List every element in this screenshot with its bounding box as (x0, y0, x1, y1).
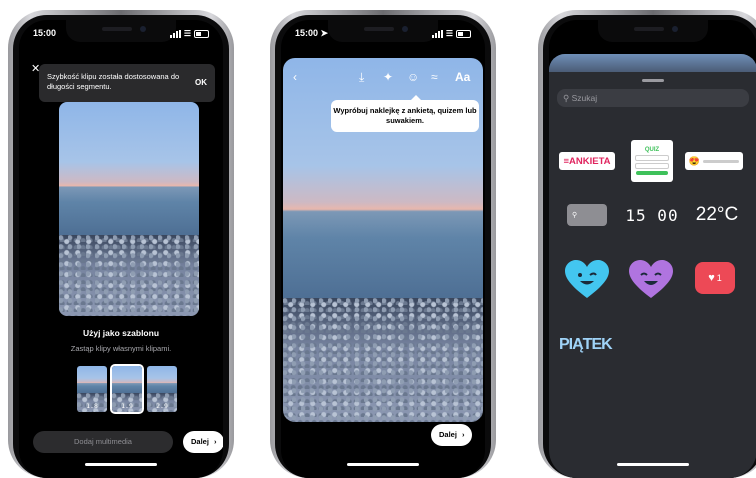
heart-eyes-emoji-icon: 😍 (688, 155, 701, 166)
wifi-icon: ☰ (445, 29, 453, 38)
screen: 15:00 ☰ ✕ Szybkość klipu została dostoso… (19, 20, 223, 478)
next-button[interactable]: Dalej › (183, 431, 223, 453)
next-label: Dalej (439, 430, 457, 439)
purple-heart-icon (629, 260, 673, 298)
home-indicator (617, 463, 689, 466)
back-icon[interactable]: ‹ (293, 70, 297, 84)
poll-sticker-label: ≡ANKIETA (563, 155, 611, 167)
signal-icon (431, 29, 443, 38)
chevron-right-icon: › (213, 437, 217, 446)
like-counter-sticker[interactable]: ♥ 1 (695, 262, 735, 294)
time-sticker-label: 15 00 (625, 205, 679, 225)
draw-icon[interactable]: ≈ (431, 70, 438, 84)
battery-icon (194, 29, 209, 38)
blue-heart-sticker[interactable] (565, 260, 609, 300)
phone-template-editor: 15:00 ☰ ✕ Szybkość klipu została dostoso… (8, 10, 234, 478)
home-indicator (85, 463, 157, 466)
time-sticker[interactable]: 15 00 (623, 204, 681, 226)
quiz-sticker-label: QUIZ (644, 147, 660, 153)
preview-beach (59, 234, 199, 316)
search-placeholder: Szukaj (571, 93, 598, 103)
clip-thumbnail[interactable]: 1.8 (77, 366, 107, 412)
clip-strip: 1.8 1.9 2.9 (77, 364, 177, 414)
phone-story-editor: 15:00 ➤ ☰ ‹ ⤓ ✦ ☺ ≈ Aa Wypróbuj naklejkę… (270, 10, 496, 478)
emoji-slider-sticker[interactable]: 😍 (685, 152, 743, 170)
clip-duration: 2.9 (156, 402, 168, 410)
search-sticker[interactable]: ⚲ (567, 204, 607, 226)
home-indicator (347, 463, 419, 466)
text-tool-button[interactable]: Aa (455, 70, 470, 84)
purple-heart-sticker[interactable] (629, 260, 673, 300)
quiz-sticker[interactable]: QUIZ (631, 140, 673, 182)
status-bar: 15:00 ➤ ☰ (295, 28, 471, 42)
day-sticker-label: PIĄTEK (559, 336, 613, 353)
clip-thumbnail-selected[interactable]: 1.9 (110, 364, 144, 414)
day-sticker[interactable]: PIĄTEK (559, 334, 619, 356)
screen: ⚲ Szukaj ≡ANKIETA QUIZ 😍 ⚲ 15 00 22°C ♥ … (549, 20, 756, 478)
add-media-button[interactable]: Dodaj multimedia (33, 431, 173, 453)
status-bar: 15:00 ☰ (33, 28, 209, 42)
download-icon[interactable]: ⤓ (359, 70, 364, 85)
location-arrow-icon: ➤ (320, 28, 329, 38)
next-button[interactable]: Dalej › (431, 424, 473, 446)
story-beach (283, 298, 483, 422)
clip-duration: 1.9 (121, 402, 133, 410)
story-toolbar: ‹ ⤓ ✦ ☺ ≈ Aa (293, 70, 475, 86)
phone-sticker-tray: ⚲ Szukaj ≡ANKIETA QUIZ 😍 ⚲ 15 00 22°C ♥ … (538, 10, 756, 478)
blue-heart-icon (565, 260, 609, 298)
speed-adjusted-toast: Szybkość klipu została dostosowana do dł… (39, 64, 215, 102)
search-icon: ⚲ (572, 212, 578, 219)
sticker-tooltip: Wypróbuj naklejkę z ankietą, quizem lub … (331, 95, 479, 132)
screen: 15:00 ➤ ☰ ‹ ⤓ ✦ ☺ ≈ Aa Wypróbuj naklejkę… (281, 20, 485, 478)
next-label: Dalej (191, 437, 209, 446)
toast-ok-button[interactable]: OK (195, 78, 207, 87)
wifi-icon: ☰ (183, 29, 191, 38)
sticker-search-input[interactable]: ⚲ Szukaj (557, 89, 749, 107)
use-as-template-title: Użyj jako szablonu (82, 328, 160, 338)
temperature-sticker[interactable]: 22°C (689, 202, 745, 228)
toast-message: Szybkość klipu została dostosowana do dł… (47, 72, 180, 91)
sticker-icon[interactable]: ☺ (407, 70, 419, 84)
clip-duration: 1.8 (86, 402, 98, 410)
poll-sticker[interactable]: ≡ANKIETA (559, 152, 615, 170)
search-icon: ⚲ (563, 93, 570, 103)
use-as-template-subtitle: Zastąp klipy własnymi klipami. (70, 344, 172, 353)
clip-thumbnail[interactable]: 2.9 (147, 366, 177, 412)
story-sky (283, 58, 483, 299)
temperature-sticker-label: 22°C (695, 204, 739, 225)
video-preview (59, 102, 199, 316)
effects-sparkle-icon[interactable]: ✦ (383, 70, 393, 84)
chevron-right-icon: › (461, 430, 465, 439)
like-count: 1 (716, 273, 722, 283)
status-time: 15:00 ➤ (295, 28, 329, 38)
heart-icon: ♥ (708, 272, 715, 284)
battery-icon (456, 29, 471, 38)
preview-sky (59, 102, 199, 235)
tray-grab-handle[interactable] (642, 79, 664, 82)
close-icon[interactable]: ✕ (31, 62, 40, 75)
sticker-tray: ⚲ Szukaj ≡ANKIETA QUIZ 😍 ⚲ 15 00 22°C ♥ … (549, 54, 756, 478)
status-time: 15:00 (33, 28, 57, 38)
signal-icon (169, 29, 181, 38)
